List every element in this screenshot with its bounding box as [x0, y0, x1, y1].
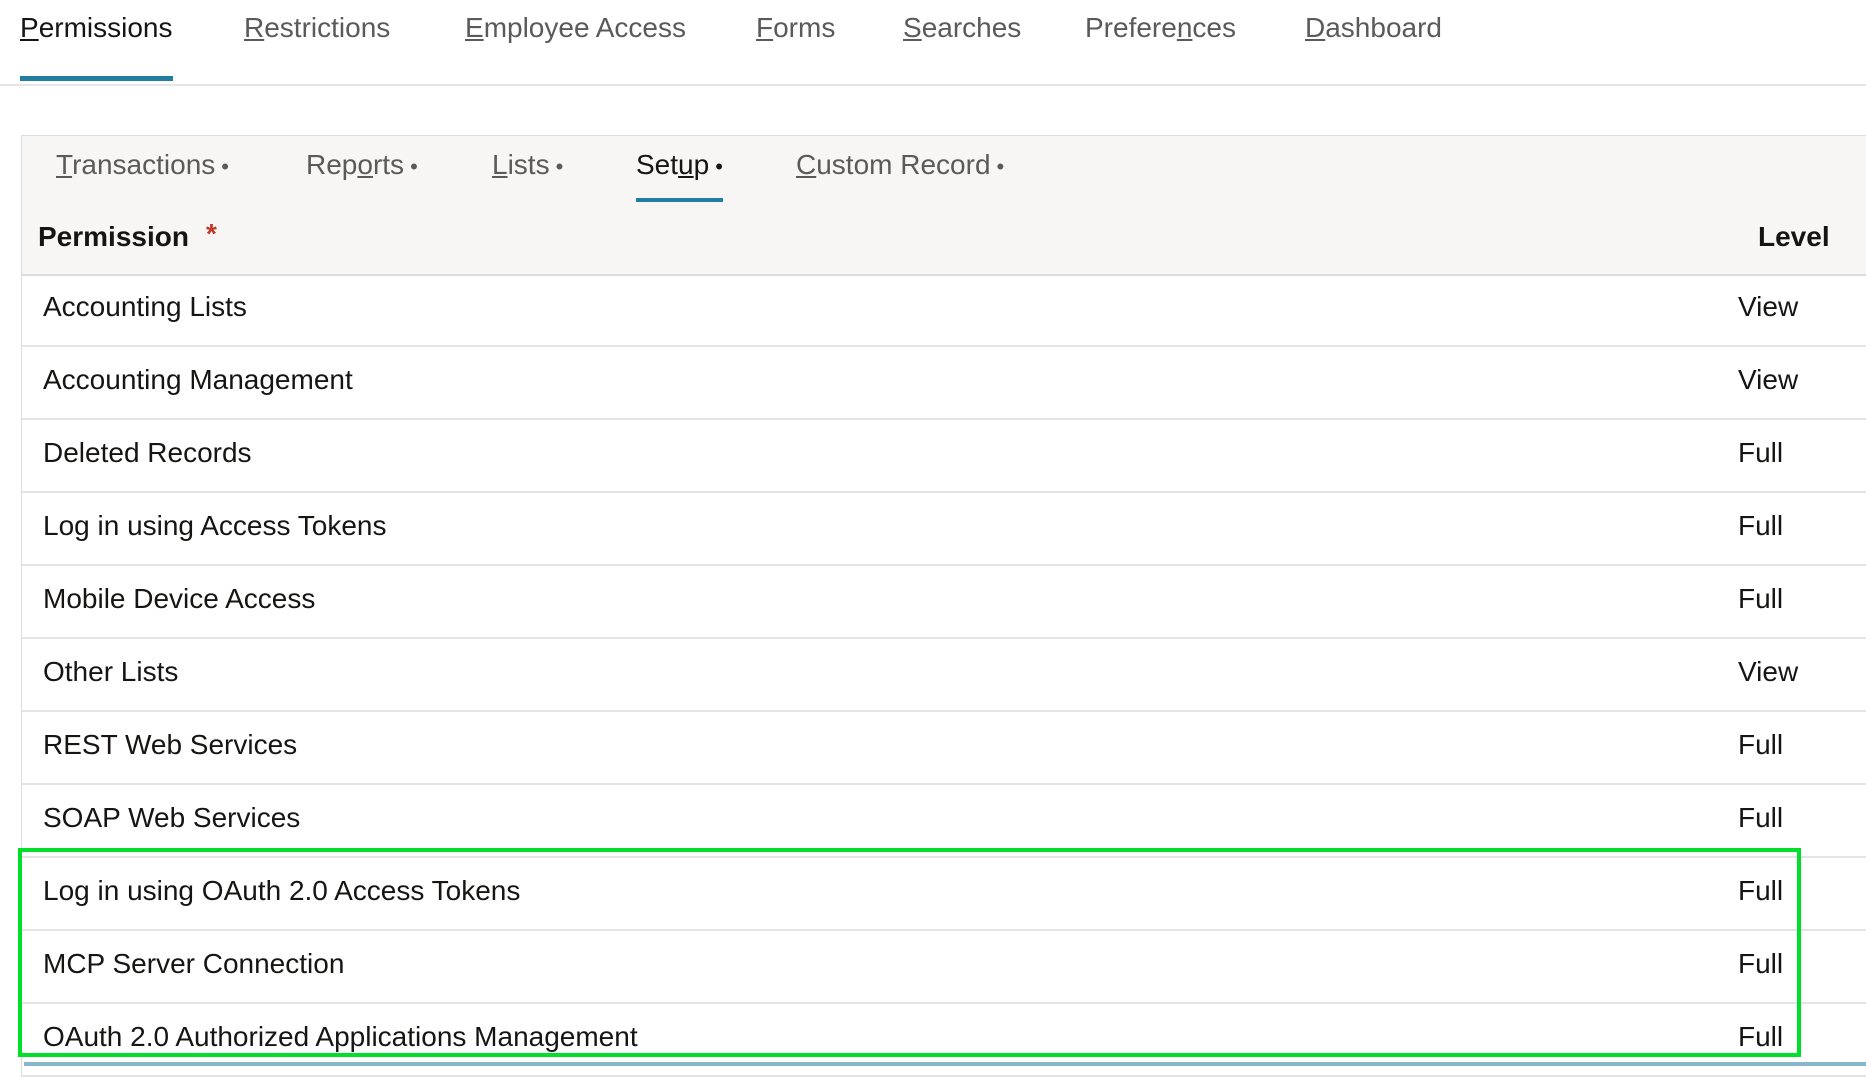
subtab-lists[interactable]: Lists • [492, 149, 563, 181]
tab-restrictions[interactable]: Restrictions [244, 12, 390, 44]
column-header-permission: Permission [38, 221, 189, 252]
permission-level: Full [1738, 437, 1784, 468]
permission-name: Log in using OAuth 2.0 Access Tokens [43, 875, 521, 906]
permission-level: Full [1738, 875, 1784, 906]
required-marker: * [206, 218, 217, 249]
table-row[interactable]: REST Web Services Full [22, 712, 1866, 785]
permission-name: Mobile Device Access [43, 583, 316, 614]
permission-level: Full [1738, 948, 1784, 979]
subtab-bar: Transactions • Reports • Lists • Setup • Cus… [22, 136, 1866, 203]
table-row[interactable]: Accounting Management View [22, 347, 1866, 420]
tab-employee-access[interactable]: Employee Access [465, 12, 686, 44]
table-row[interactable]: SOAP Web Services Full [22, 785, 1866, 858]
table-row[interactable]: Log in using OAuth 2.0 Access Tokens Full [22, 858, 1866, 931]
table-row[interactable]: Accounting Lists View [22, 274, 1866, 347]
permission-level: View [1738, 656, 1799, 687]
table-row[interactable]: MCP Server Connection Full [22, 931, 1866, 1004]
permission-level: View [1738, 291, 1799, 322]
permission-name: Accounting Lists [43, 291, 247, 322]
permission-level: Full [1738, 1021, 1784, 1052]
permission-level: View [1738, 364, 1799, 395]
table-row[interactable]: OAuth 2.0 Authorized Applications Manage… [22, 1004, 1866, 1077]
tab-preferences[interactable]: Preferences [1085, 12, 1236, 44]
table-row[interactable]: Log in using Access Tokens Full [22, 493, 1866, 566]
subtab-reports[interactable]: Reports • [306, 149, 418, 181]
column-header-level: Level [1758, 221, 1830, 252]
permission-name: SOAP Web Services [43, 802, 301, 833]
permission-level: Full [1738, 802, 1784, 833]
permission-rows: Accounting Lists View Accounting Manageme… [22, 274, 1866, 1077]
subtab-transactions[interactable]: Transactions • [56, 149, 229, 181]
subtab-custom-record[interactable]: Custom Record • [796, 149, 1004, 181]
tab-searches[interactable]: Searches [903, 12, 1021, 44]
permission-level: Full [1738, 583, 1784, 614]
permission-name: OAuth 2.0 Authorized Applications Manage… [43, 1021, 638, 1052]
permission-name: Accounting Management [43, 364, 353, 395]
tab-forms[interactable]: Forms [756, 12, 835, 44]
table-row[interactable]: Other Lists View [22, 639, 1866, 712]
permission-level: Full [1738, 510, 1784, 541]
permission-level: Full [1738, 729, 1784, 760]
tab-dashboard[interactable]: Dashboard [1305, 12, 1442, 44]
permission-name: Other Lists [43, 656, 179, 687]
table-row[interactable]: Deleted Records Full [22, 420, 1866, 493]
permission-name: REST Web Services [43, 729, 298, 760]
permission-name: MCP Server Connection [43, 948, 345, 979]
selection-underline [24, 1062, 1866, 1066]
table-header: Permission * Level [22, 202, 1866, 276]
permissions-panel: Transactions • Reports • Lists • Setup • Cus… [21, 135, 1866, 1077]
tab-permissions[interactable]: Permissions [20, 12, 173, 81]
table-row[interactable]: Mobile Device Access Full [22, 566, 1866, 639]
top-tab-bar: Permissions Restrictions Employee Access… [0, 0, 1866, 86]
permission-name: Deleted Records [43, 437, 252, 468]
subtab-setup[interactable]: Setup • [636, 149, 723, 203]
permission-name: Log in using Access Tokens [43, 510, 387, 541]
